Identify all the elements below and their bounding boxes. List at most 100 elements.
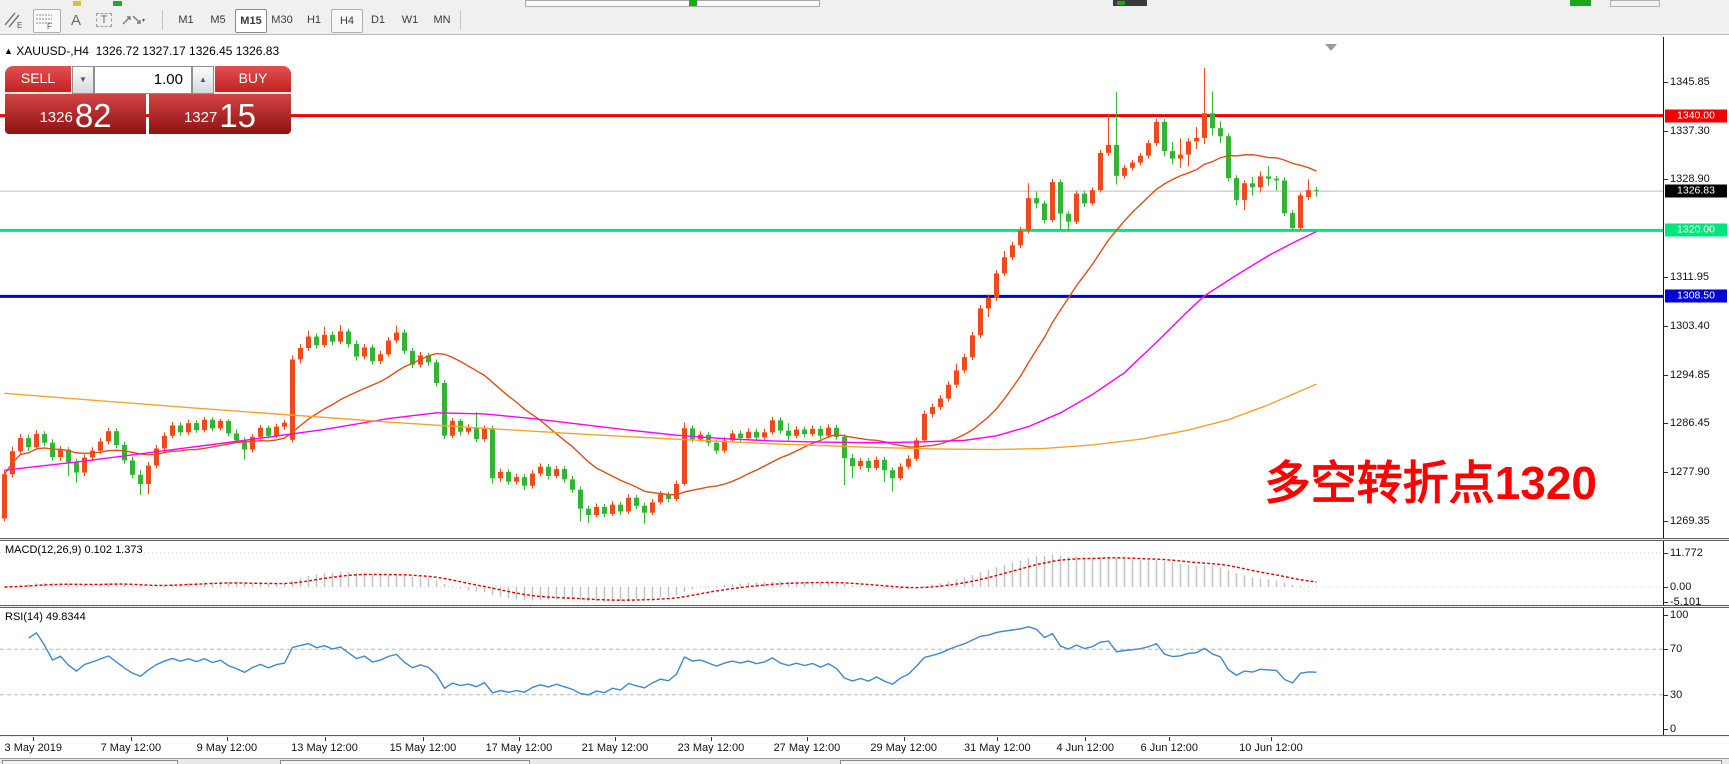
price-axis-tick <box>1664 472 1668 473</box>
rsi-indicator-value: 49.8344 <box>46 611 86 623</box>
macd-axis-tick <box>1664 587 1668 588</box>
chart-title: ▲ XAUUSD-,H4 1326.72 1327.17 1326.45 132… <box>4 44 279 58</box>
one-click-trading-panel: SELL ▼ 1.00 ▲ BUY 1326 82 1327 15 <box>3 66 291 134</box>
price-axis-tick <box>1664 179 1668 180</box>
rsi-axis-label: 100 <box>1670 609 1688 621</box>
price-axis-tick <box>1664 82 1668 83</box>
time-axis-label: 23 May 12:00 <box>678 742 745 754</box>
macd-indicator-values: 0.102 1.373 <box>84 544 142 556</box>
buy-price-display[interactable]: 1327 15 <box>149 94 291 134</box>
volume-input[interactable]: 1.00 <box>94 66 192 94</box>
price-axis-label: 1269.35 <box>1670 515 1710 527</box>
price-axis-label: 1294.85 <box>1670 369 1710 381</box>
time-axis-tick <box>807 737 808 741</box>
rsi-axis-label: 0 <box>1670 723 1676 735</box>
price-axis-label: 1328.90 <box>1670 173 1710 185</box>
time-axis-tick <box>227 737 228 741</box>
time-axis-tick <box>519 737 520 741</box>
rsi-indicator-label: RSI(14) <box>5 611 43 623</box>
macd-axis-label: 11.772 <box>1670 547 1703 559</box>
rsi-axis-tick <box>1664 729 1668 730</box>
background-window-fragment <box>840 760 1722 764</box>
macd-panel-svg[interactable] <box>0 541 1663 605</box>
current-price-badge: 1326.83 <box>1665 185 1727 198</box>
price-axis-tick <box>1664 375 1668 376</box>
rsi-axis-tick <box>1664 649 1668 650</box>
ma-fast-line <box>5 155 1317 495</box>
time-axis-label: 13 May 12:00 <box>291 742 358 754</box>
background-window-fragment <box>73 1 81 6</box>
support-price-badge: 1308.50 <box>1665 290 1727 303</box>
tf-button-m30[interactable]: M30 <box>267 9 297 31</box>
price-axis-label: 1311.95 <box>1670 271 1709 283</box>
volume-decrease-button[interactable]: ▼ <box>72 66 94 94</box>
tf-button-m1[interactable]: M1 <box>171 9 201 31</box>
sell-button[interactable]: SELL <box>5 66 71 94</box>
time-axis-label: 6 Jun 12:00 <box>1141 742 1199 754</box>
time-axis-tick <box>1169 737 1170 741</box>
time-axis-label: 29 May 12:00 <box>870 742 937 754</box>
text-label-icon[interactable]: T <box>91 9 117 31</box>
time-axis-label: 7 May 12:00 <box>101 742 162 754</box>
time-axis-tick <box>33 737 34 741</box>
fibonacci-icon[interactable]: F <box>33 9 61 33</box>
time-axis-tick <box>325 737 326 741</box>
price-axis-label: 1303.40 <box>1670 320 1710 332</box>
sell-price-display[interactable]: 1326 82 <box>5 94 146 134</box>
time-axis[interactable]: 3 May 20197 May 12:009 May 12:0013 May 1… <box>0 737 1729 758</box>
background-window-fragment <box>525 0 820 7</box>
time-axis-tick <box>131 737 132 741</box>
chart-shift-marker-icon[interactable] <box>1325 44 1337 51</box>
rsi-axis-label: 70 <box>1670 643 1682 655</box>
time-axis-tick <box>1271 737 1272 741</box>
rsi-line <box>29 627 1317 695</box>
background-window-fragment <box>1570 0 1591 6</box>
tf-button-m15[interactable]: M15 <box>235 9 267 33</box>
equidistant-channel-icon[interactable]: E <box>3 9 29 31</box>
price-axis-tick <box>1664 326 1668 327</box>
rsi-axis-label: 30 <box>1670 689 1682 701</box>
arrow-tools-icon[interactable] <box>119 9 155 31</box>
tf-button-h1[interactable]: H1 <box>299 9 329 31</box>
price-axis[interactable]: 1345.851337.301328.901311.951303.401294.… <box>1664 37 1729 757</box>
price-axis-tick <box>1664 423 1668 424</box>
ma-slow-line <box>5 384 1317 449</box>
tf-button-w1[interactable]: W1 <box>395 9 425 31</box>
time-axis-label: 21 May 12:00 <box>582 742 649 754</box>
time-axis-tick <box>615 737 616 741</box>
toolbar: E F A T M1M5M15M30H1H4D1W1MN <box>0 7 1729 35</box>
macd-histogram <box>5 555 1317 602</box>
time-axis-tick <box>711 737 712 741</box>
background-window-fragment <box>1117 1 1125 5</box>
price-axis-label: 1277.90 <box>1670 466 1710 478</box>
svg-text:F: F <box>47 22 52 31</box>
ma-mid-line <box>5 231 1317 470</box>
chart-symbol-label: XAUUSD-,H4 <box>16 44 89 58</box>
price-axis-tick <box>1664 521 1668 522</box>
time-axis-tick <box>423 737 424 741</box>
buy-button[interactable]: BUY <box>215 66 291 94</box>
pivot-price-badge: 1320.00 <box>1665 224 1727 237</box>
price-axis-label: 1286.45 <box>1670 417 1710 429</box>
macd-axis-tick <box>1664 553 1668 554</box>
buy-price-major: 1327 <box>184 105 217 131</box>
time-axis-label: 4 Jun 12:00 <box>1057 742 1115 754</box>
background-window-fragment <box>113 1 122 6</box>
macd-indicator-label: MACD(12,26,9) <box>5 544 81 556</box>
macd-axis-tick <box>1664 602 1668 603</box>
time-axis-label: 15 May 12:00 <box>390 742 457 754</box>
tf-button-h4[interactable]: H4 <box>331 9 363 33</box>
sell-price-minor: 82 <box>75 101 112 131</box>
collapse-trade-panel-icon[interactable]: ▲ <box>4 46 13 56</box>
time-axis-label: 31 May 12:00 <box>964 742 1031 754</box>
tf-button-d1[interactable]: D1 <box>363 9 393 31</box>
chart-text-annotation: 多空转折点1320 <box>1265 447 1597 513</box>
tf-button-mn[interactable]: MN <box>427 9 457 31</box>
macd-axis-label: 0.00 <box>1670 581 1691 593</box>
time-axis-label: 17 May 12:00 <box>486 742 553 754</box>
bottom-window-edge <box>0 758 1729 764</box>
rsi-panel-svg[interactable] <box>0 608 1663 735</box>
volume-increase-button[interactable]: ▲ <box>192 66 214 94</box>
text-icon[interactable]: A <box>63 9 89 31</box>
tf-button-m5[interactable]: M5 <box>203 9 233 31</box>
